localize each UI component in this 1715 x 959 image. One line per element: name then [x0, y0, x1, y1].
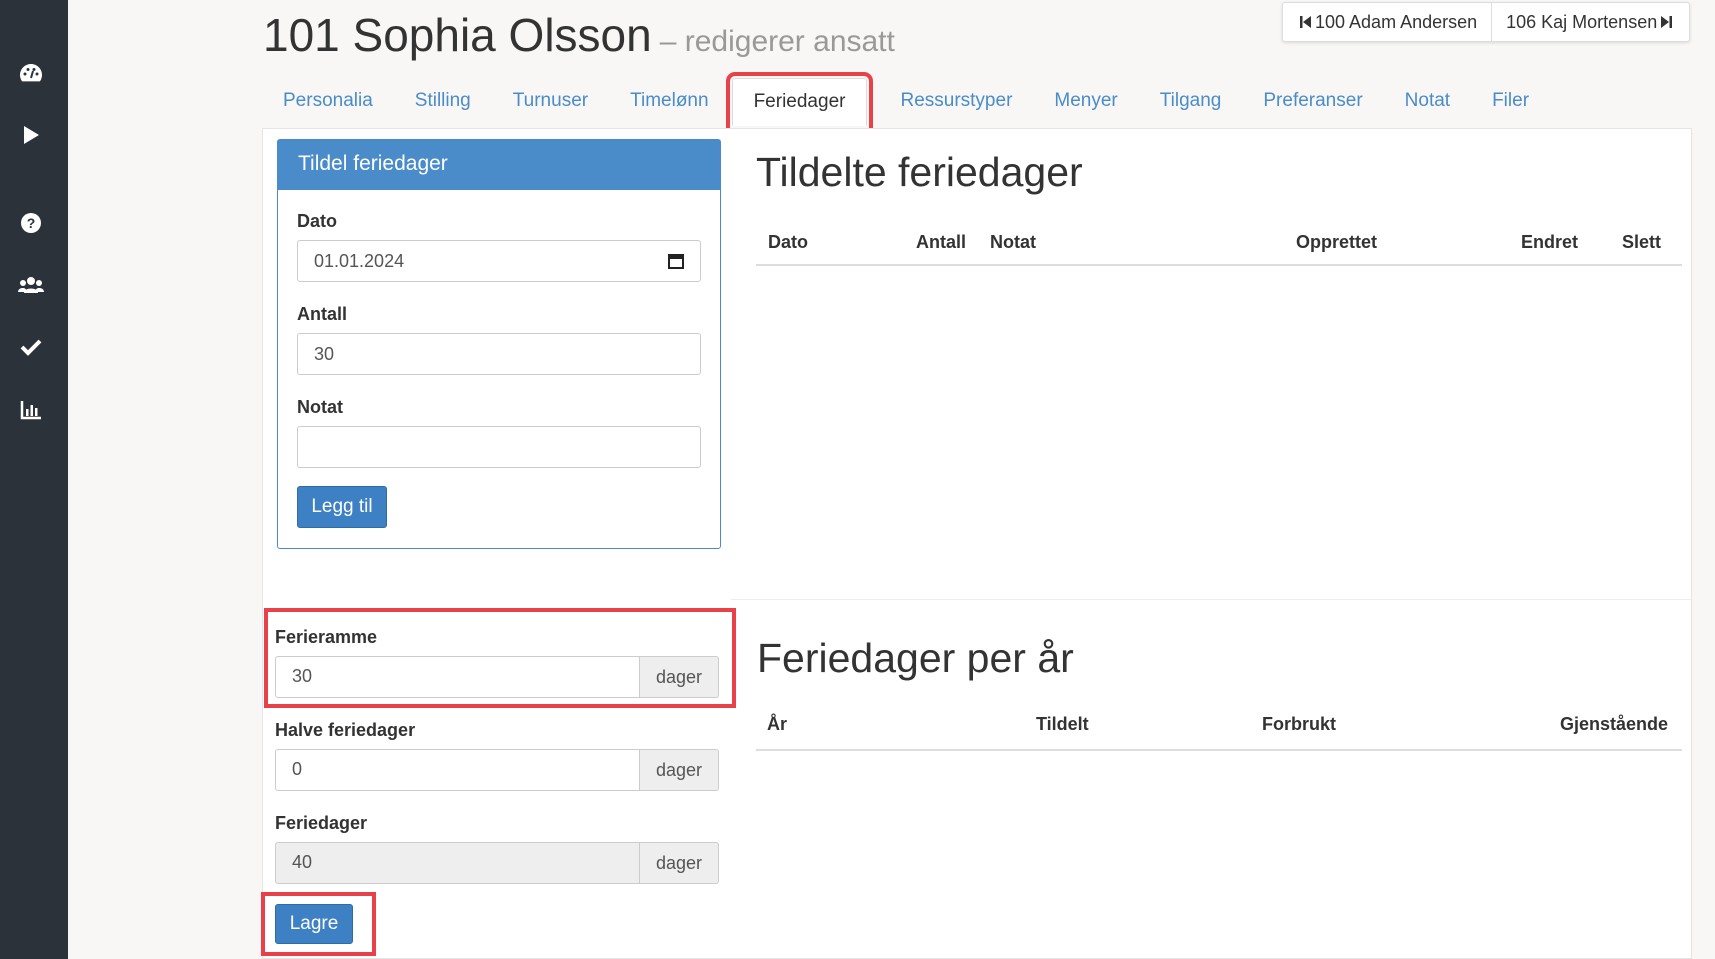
half-days-unit: dager	[640, 749, 719, 791]
page-subtitle: – redigerer ansatt	[659, 25, 895, 58]
sidebar: ?	[0, 0, 68, 959]
vacation-days-unit: dager	[640, 842, 719, 884]
date-value: 01.01.2024	[314, 250, 405, 271]
page-title: 101 Sophia Olsson – redigerer ansatt	[263, 8, 895, 62]
per-year-table-title: Feriedager per år	[757, 635, 1074, 681]
note-input[interactable]	[297, 426, 701, 468]
vacation-days-label: Feriedager	[275, 813, 368, 833]
tab-menyer[interactable]: Menyer	[1033, 78, 1138, 126]
help-icon[interactable]: ?	[14, 206, 48, 240]
column-header-remaining[interactable]: Gjenstående	[1560, 714, 1668, 735]
column-header-changed[interactable]: Endret	[1521, 232, 1578, 253]
play-icon[interactable]	[14, 118, 48, 152]
next-employee-label: 106 Kaj Mortensen	[1506, 11, 1658, 32]
column-header-assigned[interactable]: Tildelt	[1036, 714, 1089, 735]
column-header-created[interactable]: Opprettet	[1296, 232, 1377, 253]
employee-name: 101 Sophia Olsson	[263, 9, 652, 61]
tab-content: Tildel feriedager Dato 01.01.2024 Antall…	[261, 128, 1692, 959]
tab-stilling[interactable]: Stilling	[394, 78, 492, 126]
amount-value: 30	[314, 343, 335, 364]
previous-employee-label: 100 Adam Andersen	[1315, 11, 1478, 32]
tab-preferanser[interactable]: Preferanser	[1242, 78, 1383, 126]
tab-bar: Personalia Stilling Turnuser Timelønn Fe…	[262, 72, 1550, 132]
skip-forward-icon	[1661, 16, 1673, 28]
tab-feriedager[interactable]: Feriedager	[725, 72, 874, 132]
column-header-year[interactable]: År	[767, 714, 787, 735]
employee-pager: 100 Adam Andersen 106 Kaj Mortensen	[1282, 2, 1691, 42]
half-days-label: Halve feriedager	[275, 720, 416, 740]
dashboard-icon[interactable]	[14, 56, 48, 90]
skip-back-icon	[1300, 16, 1311, 28]
amount-label: Antall	[297, 304, 348, 324]
tab-filer[interactable]: Filer	[1471, 78, 1550, 126]
tab-turnuser[interactable]: Turnuser	[492, 78, 609, 126]
tab-notat[interactable]: Notat	[1384, 78, 1471, 126]
next-employee-button[interactable]: 106 Kaj Mortensen	[1491, 3, 1689, 41]
half-days-input-group: 0 dager	[275, 749, 719, 791]
half-days-input[interactable]: 0	[275, 749, 640, 791]
section-divider	[731, 599, 1691, 600]
tab-timelonn[interactable]: Timelønn	[609, 78, 729, 126]
tab-ressurstyper[interactable]: Ressurstyper	[879, 78, 1033, 126]
column-header-date[interactable]: Dato	[768, 232, 808, 253]
previous-employee-button[interactable]: 100 Adam Andersen	[1283, 3, 1491, 41]
users-icon[interactable]	[14, 268, 48, 302]
calendar-icon[interactable]	[668, 253, 684, 269]
note-label: Notat	[297, 397, 343, 417]
check-icon[interactable]	[14, 330, 48, 364]
table-header-divider	[756, 264, 1682, 266]
assign-vacation-panel: Tildel feriedager Dato 01.01.2024 Antall…	[277, 139, 721, 549]
date-input[interactable]: 01.01.2024	[297, 240, 701, 282]
add-button[interactable]: Legg til	[297, 486, 387, 528]
column-header-note[interactable]: Notat	[990, 232, 1036, 253]
assigned-table-title: Tildelte feriedager	[756, 149, 1083, 195]
column-header-amount[interactable]: Antall	[916, 232, 966, 253]
amount-input[interactable]: 30	[297, 333, 701, 375]
vacation-days-input: 40	[275, 842, 640, 884]
vacation-days-input-group: 40 dager	[275, 842, 719, 884]
frame-highlight-box	[264, 608, 736, 708]
column-header-used[interactable]: Forbrukt	[1262, 714, 1336, 735]
date-label: Dato	[297, 211, 337, 231]
chart-icon[interactable]	[14, 393, 48, 427]
tab-tilgang[interactable]: Tilgang	[1139, 78, 1243, 126]
save-highlight-box	[261, 892, 376, 956]
panel-title: Tildel feriedager	[278, 140, 720, 190]
column-header-delete[interactable]: Slett	[1622, 232, 1661, 253]
svg-text:?: ?	[27, 215, 36, 231]
per-year-header-divider	[756, 749, 1682, 751]
tab-personalia[interactable]: Personalia	[262, 78, 394, 126]
